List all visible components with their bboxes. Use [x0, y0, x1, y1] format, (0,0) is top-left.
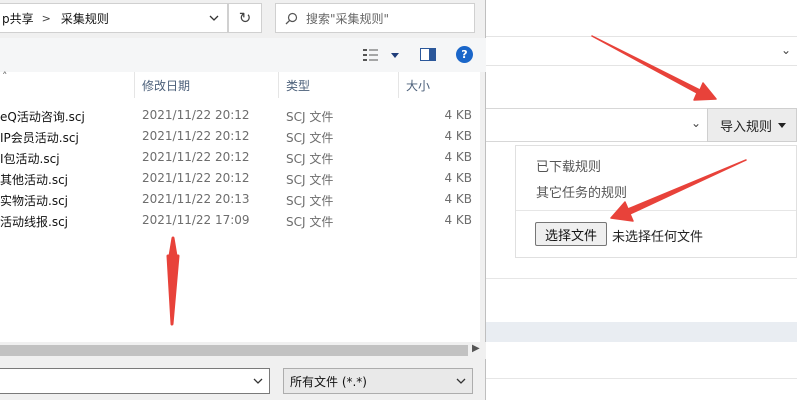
file-row[interactable]: 其他活动.scj 2021/11/22 20:12 SCJ 文件 4 KB	[0, 168, 480, 189]
file-row[interactable]: eQ活动咨询.scj 2021/11/22 20:12 SCJ 文件 4 KB	[0, 105, 480, 126]
file-size: 4 KB	[444, 171, 472, 185]
file-row[interactable]: IP会员活动.scj 2021/11/22 20:12 SCJ 文件 4 KB	[0, 126, 480, 147]
address-bar[interactable]: p共享 > 采集规则	[0, 3, 228, 33]
preview-pane-icon[interactable]	[420, 48, 436, 61]
file-type: SCJ 文件	[286, 110, 334, 124]
file-size: 4 KB	[444, 150, 472, 164]
search-placeholder: 搜索"采集规则"	[306, 11, 390, 26]
search-icon	[276, 12, 306, 25]
file-date: 2021/11/22 17:09	[142, 213, 250, 227]
file-type-select[interactable]: 所有文件 (*.*)	[283, 368, 473, 394]
chevron-down-icon	[209, 15, 219, 21]
menu-divider	[516, 210, 796, 211]
menu-item-downloaded-rules[interactable]: 已下载规则	[536, 156, 601, 175]
file-type: SCJ 文件	[286, 215, 334, 229]
refresh-icon: ↻	[238, 9, 252, 27]
column-header-type[interactable]: 类型	[286, 72, 386, 98]
file-date: 2021/11/22 20:12	[142, 171, 250, 185]
dialog-toolbar	[0, 38, 486, 72]
file-type: SCJ 文件	[286, 152, 334, 166]
file-type-selected: 所有文件 (*.*)	[290, 374, 367, 389]
choose-file-button[interactable]: 选择文件	[535, 222, 607, 246]
chevron-down-icon: ⌄	[780, 43, 791, 57]
import-rules-button[interactable]: 导入规则	[707, 108, 797, 142]
file-size: 4 KB	[444, 213, 472, 227]
breadcrumb-parent[interactable]: p共享	[0, 10, 34, 27]
divider	[486, 278, 797, 279]
page-band	[486, 322, 797, 342]
breadcrumb-current[interactable]: 采集规则	[59, 10, 109, 27]
scroll-right-icon[interactable]: ▶	[472, 343, 480, 354]
chevron-down-icon	[253, 378, 263, 384]
column-divider	[134, 72, 135, 98]
column-header-size[interactable]: 大小	[406, 72, 476, 98]
file-name: 其他活动.scj	[0, 173, 68, 187]
chevron-down-icon: ⌄	[690, 116, 701, 130]
chevron-right-icon: >	[41, 11, 51, 25]
no-file-selected-text: 未选择任何文件	[612, 230, 704, 245]
caret-down-icon	[778, 122, 787, 128]
column-divider	[278, 72, 279, 98]
file-type: SCJ 文件	[286, 131, 334, 145]
file-size: 4 KB	[444, 108, 472, 122]
web-select-top[interactable]: ⌄	[486, 36, 797, 66]
file-type: SCJ 文件	[286, 173, 334, 187]
file-row[interactable]: 实物活动.scj 2021/11/22 20:13 SCJ 文件 4 KB	[0, 189, 480, 210]
divider	[486, 378, 797, 379]
file-size: 4 KB	[444, 129, 472, 143]
column-divider	[398, 72, 399, 98]
file-row[interactable]: I包活动.scj 2021/11/22 20:12 SCJ 文件 4 KB	[0, 147, 480, 168]
sort-up-icon: ˄	[2, 70, 8, 83]
scrollbar-thumb[interactable]	[0, 345, 468, 356]
file-name: eQ活动咨询.scj	[0, 110, 85, 124]
file-name: I包活动.scj	[0, 152, 60, 166]
address-history-button[interactable]	[200, 3, 228, 33]
search-input[interactable]: 搜索"采集规则"	[275, 3, 475, 33]
file-list: ˄ 修改日期 类型 大小 eQ活动咨询.scj 2021/11/22 20:12…	[0, 70, 480, 342]
import-rules-label: 导入规则	[720, 119, 773, 135]
chevron-down-icon	[456, 378, 466, 384]
file-type: SCJ 文件	[286, 194, 334, 208]
view-options-button[interactable]	[362, 48, 400, 65]
file-name-input[interactable]	[0, 368, 270, 394]
refresh-button[interactable]: ↻	[228, 3, 262, 33]
file-name: 活动线报.scj	[0, 215, 68, 229]
file-date: 2021/11/22 20:12	[142, 150, 250, 164]
file-name: 实物活动.scj	[0, 194, 68, 208]
file-date: 2021/11/22 20:12	[142, 108, 250, 122]
file-date: 2021/11/22 20:12	[142, 129, 250, 143]
column-header-date[interactable]: 修改日期	[142, 72, 272, 98]
file-size: 4 KB	[444, 192, 472, 206]
help-icon[interactable]: ?	[456, 46, 473, 63]
file-date: 2021/11/22 20:13	[142, 192, 250, 206]
web-select-rules[interactable]: ⌄	[486, 108, 708, 142]
menu-item-other-task-rules[interactable]: 其它任务的规则	[536, 182, 627, 201]
file-row[interactable]: 活动线报.scj 2021/11/22 17:09 SCJ 文件 4 KB	[0, 210, 480, 231]
file-name: IP会员活动.scj	[0, 131, 79, 145]
view-options-icon	[363, 49, 399, 61]
